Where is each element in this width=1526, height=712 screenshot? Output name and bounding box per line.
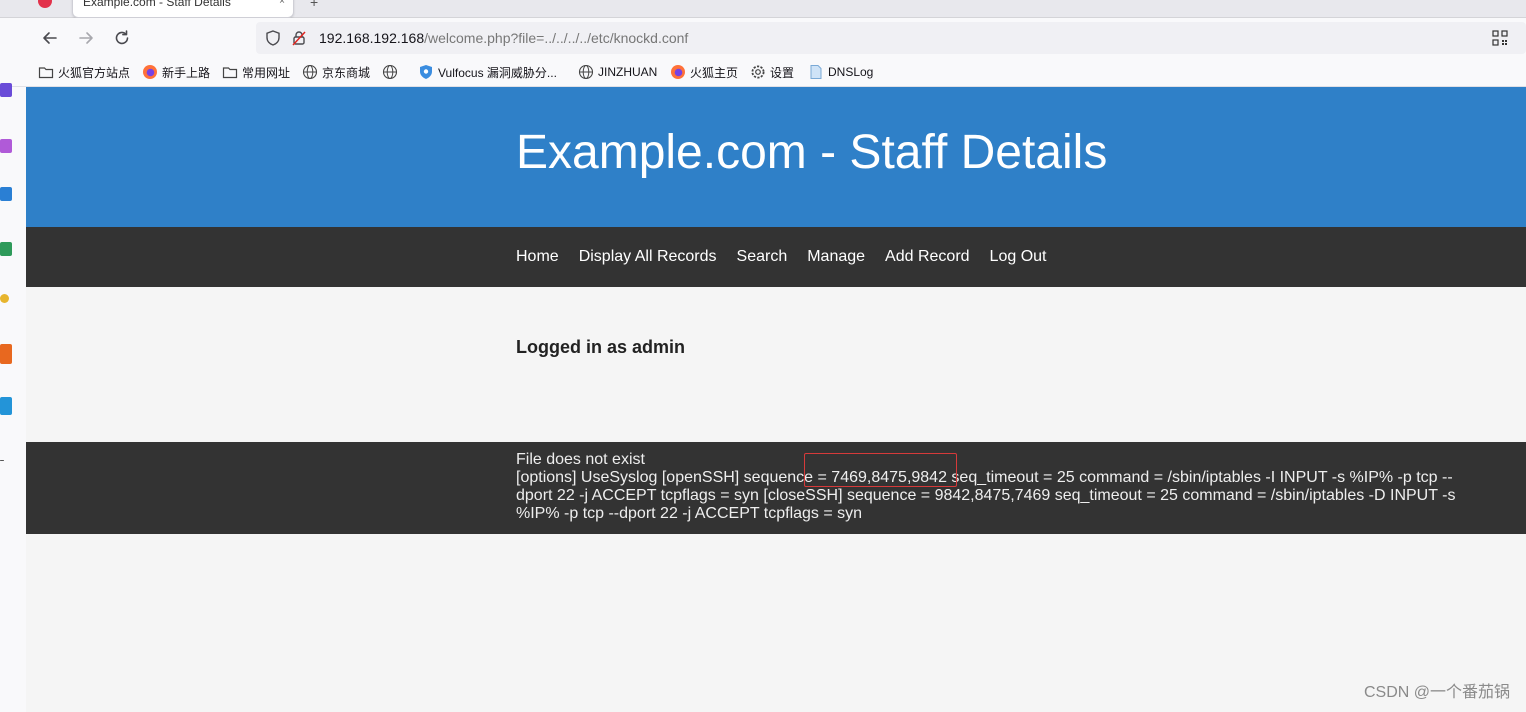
sparkle-icon[interactable] [0, 139, 12, 153]
logged-in-text: Logged in as admin [516, 337, 686, 357]
bookmark-label: 常用网址 [242, 65, 291, 80]
page-icon [810, 65, 822, 79]
screen: Example.com - Staff Details × + 192.168.… [0, 0, 1526, 712]
globe-icon [382, 64, 398, 80]
url-text[interactable]: 192.168.192.168/welcome.php?file=../../.… [319, 30, 688, 46]
tracking-shield-icon[interactable] [264, 29, 282, 47]
gear-icon [751, 65, 765, 79]
reload-button[interactable] [110, 26, 134, 50]
divider [0, 460, 4, 461]
file-output-panel: File does not exist [options] UseSyslog … [26, 442, 1526, 534]
firefox-icon [143, 65, 157, 79]
url-bar[interactable]: 192.168.192.168/welcome.php?file=../../.… [256, 22, 1526, 54]
extension-icon[interactable] [0, 242, 12, 256]
url-host: 192.168.192.168 [319, 30, 425, 46]
new-tab-icon[interactable]: + [310, 0, 318, 10]
bookmarks-toolbar: 火狐官方站点 新手上路 常用网址 京东商城 Vulfocus 漏洞威胁分... … [0, 58, 1526, 87]
site-header: Example.com - Staff Details [26, 87, 1526, 227]
close-icon[interactable]: × [279, 0, 285, 7]
bookmark-item[interactable]: 新手上路 [142, 63, 210, 81]
bookmark-label: 京东商城 [322, 65, 371, 80]
extension-icon[interactable] [0, 187, 12, 201]
bookmark-item[interactable] [382, 63, 402, 81]
web-page: Example.com - Staff Details Home Display… [26, 87, 1526, 712]
menu-item-display-all-records[interactable]: Display All Records [579, 248, 717, 266]
tab-staff-details[interactable]: Example.com - Staff Details × [72, 0, 294, 18]
back-button[interactable] [38, 26, 62, 50]
folder-icon [222, 67, 238, 79]
bookmark-item[interactable]: Vulfocus 漏洞威胁分... [418, 63, 557, 81]
firefox-icon [671, 65, 685, 79]
extension-icon[interactable] [0, 344, 12, 364]
arrow-right-icon [79, 32, 93, 44]
bookmark-label: 设置 [770, 65, 795, 80]
file-contents: [options] UseSyslog [openSSH] sequence =… [516, 469, 1456, 522]
arrow-left-icon [43, 32, 57, 44]
bookmark-item[interactable]: 火狐主页 [670, 63, 738, 81]
folder-icon [38, 67, 54, 79]
bookmark-label: 火狐官方站点 [58, 65, 131, 80]
bookmark-label: DNSLog [828, 65, 874, 79]
main-menu: Home Display All Records Search Manage A… [26, 227, 1526, 287]
page-title: Example.com - Staff Details [516, 126, 1108, 179]
bookmark-label: JINZHUAN [598, 65, 658, 79]
menu-item-manage[interactable]: Manage [807, 248, 865, 266]
qr-code-icon[interactable] [1492, 30, 1508, 46]
bookmark-label: 火狐主页 [690, 65, 739, 80]
reload-icon [115, 30, 129, 45]
globe-icon [302, 64, 318, 80]
firefox-menu-icon[interactable] [38, 0, 52, 8]
menu-item-search[interactable]: Search [737, 248, 788, 266]
globe-icon [578, 64, 594, 80]
navigation-toolbar: 192.168.192.168/welcome.php?file=../../.… [0, 18, 1526, 58]
bookmark-item[interactable]: JINZHUAN [578, 63, 657, 81]
highlight-box [804, 453, 957, 487]
forward-button[interactable] [74, 26, 98, 50]
bookmark-item[interactable]: 京东商城 [302, 63, 370, 81]
tab-strip: Example.com - Staff Details × + [0, 0, 1526, 18]
bookmark-item[interactable]: 常用网址 [222, 63, 290, 81]
bookmark-label: Vulfocus 漏洞威胁分... [438, 65, 557, 80]
shield-icon [420, 65, 432, 79]
bookmark-label: 新手上路 [162, 65, 211, 80]
tab-title: Example.com - Staff Details [83, 0, 231, 9]
sidebar [0, 83, 26, 712]
url-path: /welcome.php?file=../../../../etc/knockd… [424, 30, 689, 46]
extension-icon[interactable] [0, 397, 12, 415]
insecure-lock-icon[interactable] [290, 29, 308, 47]
menu-item-add-record[interactable]: Add Record [885, 248, 970, 266]
search-icon[interactable] [0, 83, 12, 97]
menu-item-log-out[interactable]: Log Out [990, 248, 1047, 266]
bookmark-item[interactable]: 设置 [750, 63, 794, 81]
bookmark-item[interactable]: 火狐官方站点 [38, 63, 130, 81]
file-output-text: File does not exist [options] UseSyslog … [516, 451, 1466, 523]
watermark: CSDN @一个番茄锅 [1363, 684, 1510, 701]
extension-icon[interactable] [0, 294, 9, 303]
file-status: File does not exist [516, 451, 645, 468]
menu-list: Home Display All Records Search Manage A… [516, 227, 1066, 287]
menu-item-home[interactable]: Home [516, 248, 559, 266]
bookmark-item[interactable]: DNSLog [808, 63, 873, 81]
